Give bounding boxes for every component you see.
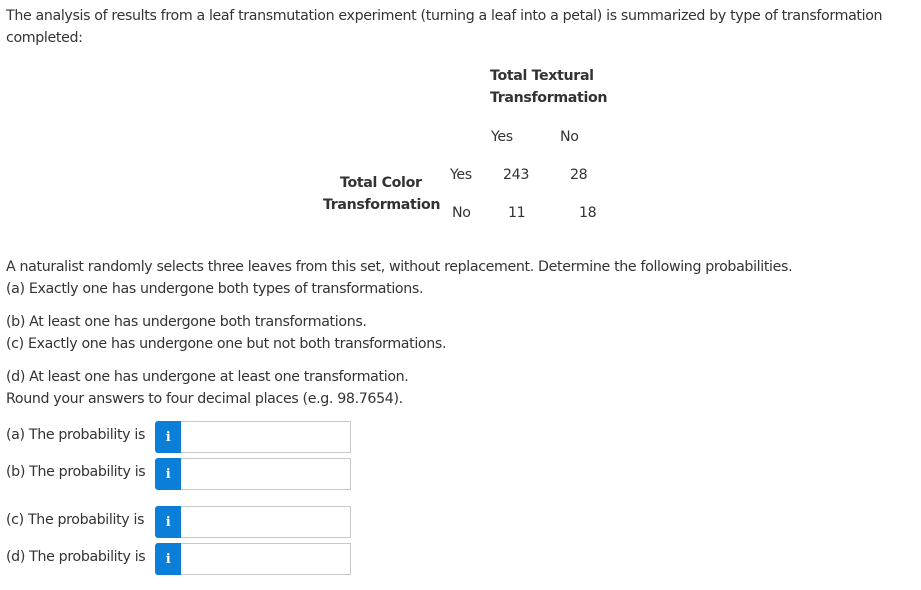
answer-input-d[interactable] (181, 543, 351, 575)
row-label-no: No (452, 205, 471, 221)
answer-input-b[interactable] (181, 458, 351, 490)
question-part-b: (b) At least one has undergone both tran… (6, 314, 367, 330)
row-label-yes: Yes (450, 167, 472, 183)
answer-label: (d) The probability is (6, 549, 146, 565)
answer-input-c[interactable] (181, 506, 351, 538)
answer-input-a[interactable] (181, 421, 351, 453)
question-part-c: (c) Exactly one has undergone one but no… (6, 336, 447, 352)
question-part-a: (a) Exactly one has undergone both types… (6, 281, 424, 297)
rounding-note: Round your answers to four decimal place… (6, 391, 403, 407)
column-label-no: No (560, 129, 579, 145)
answer-label: (a) The probability is (6, 427, 146, 443)
row-header-line2: Transformation (323, 197, 441, 213)
cell-yes-yes: 243 (503, 167, 530, 183)
question-prompt: A naturalist randomly selects three leav… (6, 259, 793, 275)
info-icon[interactable]: i (155, 543, 181, 575)
column-label-yes: Yes (491, 129, 513, 145)
cell-yes-no: 28 (570, 167, 588, 183)
cell-no-no: 18 (579, 205, 597, 221)
answer-label: (c) The probability is (6, 512, 145, 528)
question-part-d: (d) At least one has undergone at least … (6, 369, 409, 385)
info-icon[interactable]: i (155, 506, 181, 538)
info-icon[interactable]: i (155, 458, 181, 490)
intro-text: The analysis of results from a leaf tran… (6, 8, 883, 46)
row-header-line1: Total Color (340, 175, 422, 191)
column-header-line2: Transformation (490, 90, 608, 106)
info-icon[interactable]: i (155, 421, 181, 453)
cell-no-yes: 11 (508, 205, 526, 221)
column-header-line1: Total Textural (490, 68, 594, 84)
answer-label: (b) The probability is (6, 464, 146, 480)
